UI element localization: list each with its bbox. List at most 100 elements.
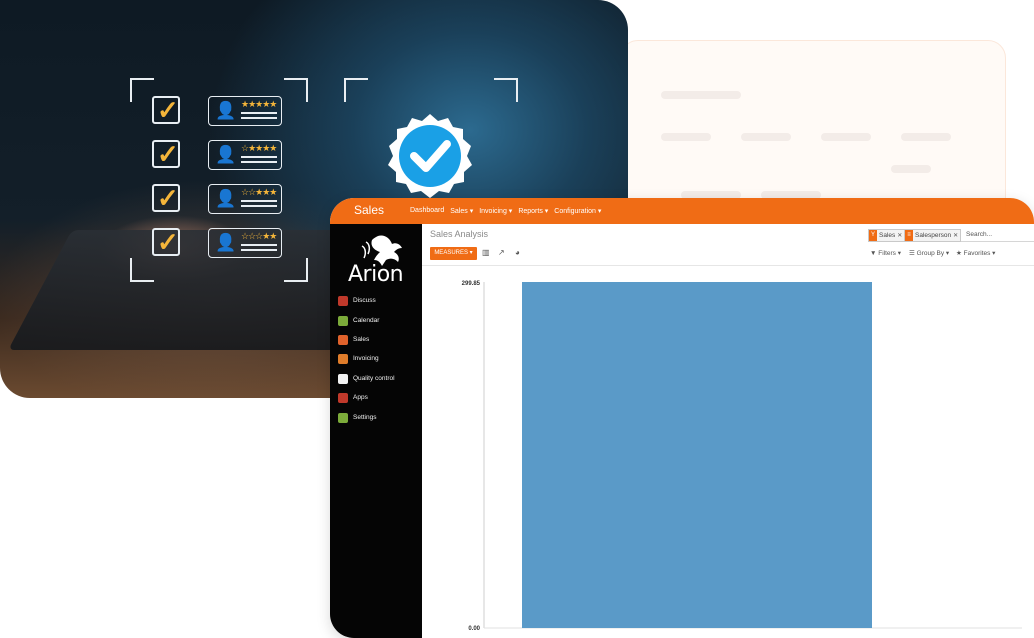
close-icon[interactable]: ✕	[953, 232, 960, 239]
person-icon: 👤	[215, 145, 237, 164]
star-rating: ★★★★★	[241, 99, 277, 109]
sidebar-item-label: Quality control	[353, 375, 395, 382]
sidebar-item-calendar[interactable]: Calendar	[338, 316, 422, 328]
frame-corner	[130, 78, 154, 102]
person-icon: 👤	[215, 189, 237, 208]
nav-sales[interactable]: Sales ▾	[450, 207, 473, 215]
review-card: 👤 ☆☆☆★★	[208, 228, 282, 258]
sidebar-item-label: Discuss	[353, 297, 376, 304]
star-rating: ☆☆★★★	[241, 187, 277, 197]
frame-corner	[284, 78, 308, 102]
apps-icon	[338, 393, 348, 403]
facet-label: Sales	[879, 232, 896, 239]
sidebar-item-label: Calendar	[353, 317, 380, 324]
toolbar-divider	[422, 265, 1034, 266]
ghost-bar	[821, 133, 871, 141]
nav-reports[interactable]: Reports ▾	[518, 207, 548, 215]
verified-badge-icon	[388, 114, 472, 198]
nav-dashboard[interactable]: Dashboard	[410, 207, 444, 215]
main-content: Sales Analysis Y Sales ✕ ≡ Salesperson ✕…	[422, 224, 1034, 638]
checkbox-icon: ✓	[152, 228, 180, 256]
checklist-row: ✓ 👤 ☆★★★★	[152, 138, 287, 170]
text-line	[241, 244, 277, 246]
y-tick-label: 0.00	[468, 626, 480, 632]
search-bar[interactable]: Y Sales ✕ ≡ Salesperson ✕ Search...	[868, 229, 1034, 242]
facet-label: Salesperson	[915, 232, 952, 239]
sidebar-item-invoicing[interactable]: Invoicing	[338, 354, 422, 366]
chart-bar[interactable]	[522, 282, 872, 628]
y-tick-label: 299.85	[462, 281, 481, 287]
top-navbar: Sales Dashboard Sales ▾ Invoicing ▾ Repo…	[330, 198, 1034, 224]
checkbox-icon: ✓	[152, 140, 180, 168]
text-line	[241, 205, 277, 207]
star-rating: ☆★★★★	[241, 143, 277, 153]
calendar-icon	[338, 316, 348, 326]
filter-icon: Y	[869, 230, 877, 241]
text-line	[241, 156, 277, 158]
frame-corner	[494, 78, 518, 102]
ghost-bar	[741, 133, 791, 141]
sidebar: Arion Discuss Calendar Sales Invoicing Q…	[330, 224, 422, 638]
star-rating: ☆☆☆★★	[241, 231, 277, 241]
checkbox-icon: ✓	[152, 184, 180, 212]
ghost-bar	[901, 133, 951, 141]
checklist-row: ✓ 👤 ☆☆★★★	[152, 182, 287, 214]
pie-chart-icon[interactable]: ◕	[515, 248, 520, 257]
frame-corner	[130, 258, 154, 282]
text-line	[241, 112, 277, 114]
review-card: 👤 ☆☆★★★	[208, 184, 282, 214]
bar-chart-icon[interactable]: ▥	[482, 248, 490, 257]
app-window: Sales Dashboard Sales ▾ Invoicing ▾ Repo…	[330, 198, 1034, 638]
invoicing-icon	[338, 354, 348, 364]
nav-invoicing[interactable]: Invoicing ▾	[479, 207, 512, 215]
settings-icon	[338, 413, 348, 423]
sidebar-item-apps[interactable]: Apps	[338, 393, 422, 405]
ghost-bar	[661, 133, 711, 141]
check-mark-icon: ✓	[157, 183, 179, 213]
ghost-bar	[661, 91, 741, 99]
sales-icon	[338, 335, 348, 345]
text-line	[241, 117, 277, 119]
text-line	[241, 161, 277, 163]
search-facet-salesperson[interactable]: ≡ Salesperson ✕	[904, 229, 962, 242]
sidebar-item-sales[interactable]: Sales	[338, 335, 422, 347]
line-chart-icon[interactable]: ↗	[498, 248, 505, 257]
sidebar-item-discuss[interactable]: Discuss	[338, 296, 422, 308]
quality-control-icon	[338, 374, 348, 384]
review-card: 👤 ★★★★★	[208, 96, 282, 126]
sidebar-item-label: Apps	[353, 394, 368, 401]
checklist-row: ✓ 👤 ☆☆☆★★	[152, 226, 287, 258]
search-input[interactable]: Search...	[966, 231, 992, 238]
group-by-button[interactable]: ☰ Group By ▾	[909, 249, 949, 257]
text-line	[241, 249, 277, 251]
logo-text: Arion	[348, 262, 404, 287]
group-icon: ≡	[905, 230, 913, 241]
person-icon: 👤	[215, 233, 237, 252]
top-nav-menu: Dashboard Sales ▾ Invoicing ▾ Reports ▾ …	[410, 207, 601, 215]
check-mark-icon: ✓	[157, 139, 179, 169]
sidebar-item-settings[interactable]: Settings	[338, 413, 422, 425]
checkbox-icon: ✓	[152, 96, 180, 124]
page-title: Sales Analysis	[430, 229, 489, 239]
filters-button[interactable]: ▼ Filters ▾	[870, 249, 901, 257]
check-mark-icon: ✓	[157, 227, 179, 257]
checklist-row: ✓ 👤 ★★★★★	[152, 94, 287, 126]
sidebar-item-label: Sales	[353, 336, 370, 343]
ghost-bar	[891, 165, 931, 173]
sidebar-item-quality-control[interactable]: Quality control	[338, 374, 422, 386]
favorites-button[interactable]: ★ Favorites ▾	[956, 249, 995, 257]
text-line	[241, 200, 277, 202]
discuss-icon	[338, 296, 348, 306]
review-card: 👤 ☆★★★★	[208, 140, 282, 170]
nav-configuration[interactable]: Configuration ▾	[554, 207, 601, 215]
sales-bar-chart: 0.00 299.85	[462, 281, 1022, 632]
measures-button[interactable]: MEASURES ▾	[430, 247, 477, 260]
check-mark-icon: ✓	[157, 95, 179, 125]
sidebar-item-label: Settings	[353, 414, 377, 421]
frame-corner	[284, 258, 308, 282]
sidebar-item-label: Invoicing	[353, 355, 379, 362]
frame-corner	[344, 78, 368, 102]
person-icon: 👤	[215, 101, 237, 120]
app-title: Sales	[354, 203, 385, 217]
search-facet-sales[interactable]: Y Sales ✕	[868, 229, 906, 242]
